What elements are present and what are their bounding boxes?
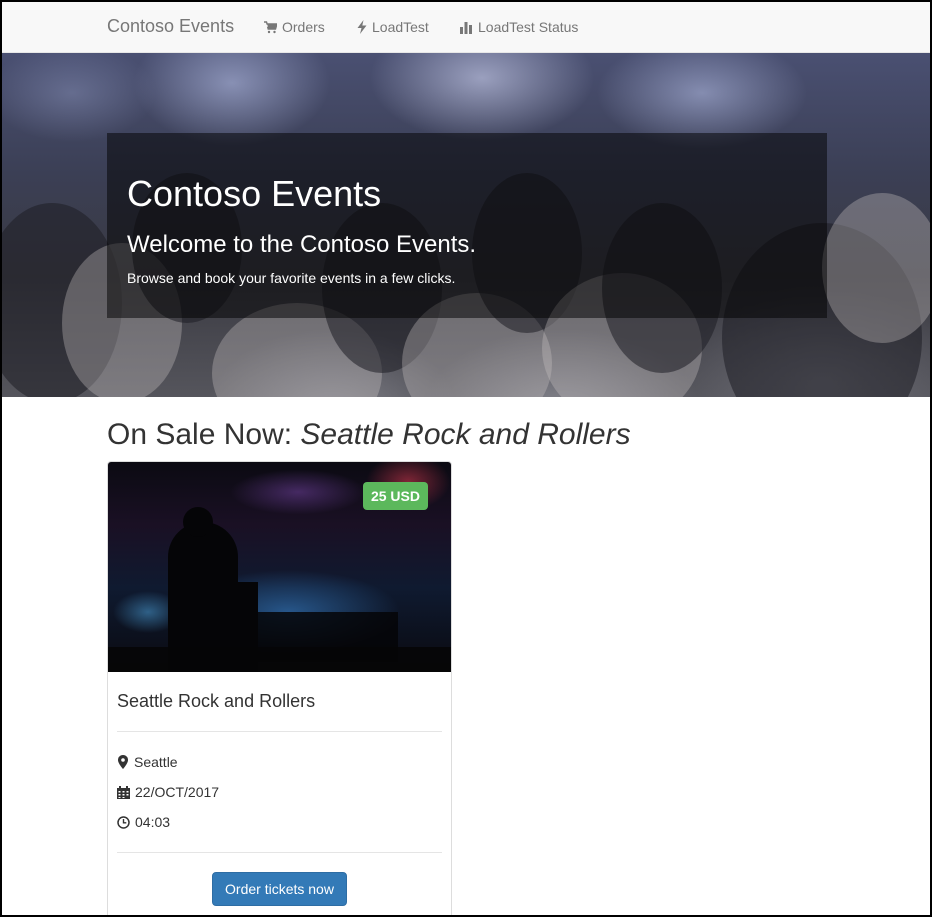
on-sale-prefix: On Sale Now:	[107, 418, 301, 451]
nav-loadtest-status[interactable]: LoadTest Status	[460, 19, 578, 35]
order-tickets-button[interactable]: Order tickets now	[212, 872, 347, 906]
event-card: 25 USD Seattle Rock and Rollers Seattle …	[107, 461, 452, 915]
card-divider-bottom	[117, 852, 442, 853]
hero-title: Contoso Events	[127, 173, 382, 214]
on-sale-heading: On Sale Now: Seattle Rock and Rollers	[107, 418, 631, 452]
calendar-icon	[117, 785, 130, 799]
browser-viewport: Contoso Events Orders LoadTest LoadTest …	[0, 0, 932, 917]
nav-orders[interactable]: Orders	[264, 19, 325, 35]
nav-loadtest[interactable]: LoadTest	[357, 19, 429, 35]
brand-link[interactable]: Contoso Events	[107, 16, 234, 37]
hero-caption-panel: Contoso Events Welcome to the Contoso Ev…	[107, 133, 827, 318]
event-time: 04:03	[117, 814, 170, 830]
stats-icon	[460, 21, 473, 34]
card-divider	[117, 731, 442, 732]
nav-loadtest-status-label: LoadTest Status	[478, 19, 579, 35]
event-title: Seattle Rock and Rollers	[117, 691, 316, 711]
event-location: Seattle	[117, 754, 178, 770]
price-badge: 25 USD	[362, 482, 428, 510]
event-image: 25 USD	[108, 462, 451, 672]
hero-banner: Contoso Events Welcome to the Contoso Ev…	[2, 53, 930, 397]
top-navbar: Contoso Events Orders LoadTest LoadTest …	[2, 2, 930, 53]
nav-orders-label: Orders	[282, 19, 325, 35]
flash-icon	[357, 20, 367, 34]
hero-subtitle: Welcome to the Contoso Events.	[127, 231, 477, 258]
clock-icon	[117, 815, 130, 829]
hero-description: Browse and book your favorite events in …	[127, 270, 456, 286]
map-marker-icon	[117, 755, 129, 769]
shopping-cart-icon	[264, 20, 277, 34]
event-date-text: 22/OCT/2017	[135, 784, 220, 800]
nav-loadtest-label: LoadTest	[372, 19, 429, 35]
event-time-text: 04:03	[135, 814, 171, 830]
event-date: 22/OCT/2017	[117, 784, 219, 800]
event-location-text: Seattle	[134, 754, 178, 770]
on-sale-event-name: Seattle Rock and Rollers	[300, 418, 631, 451]
